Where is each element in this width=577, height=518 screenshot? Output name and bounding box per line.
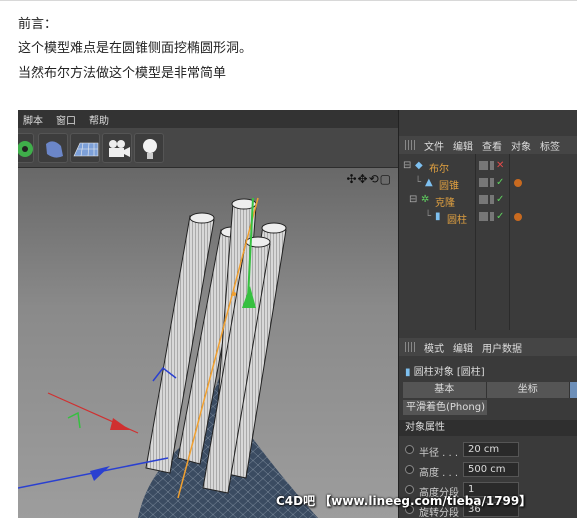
radius-input[interactable]: 20 cm — [463, 442, 519, 457]
material-tag-icon[interactable] — [513, 212, 523, 222]
height-input[interactable]: 500 cm — [463, 462, 519, 477]
watermark: C4D吧 【www.lineeg.com/tieba/1799】 — [276, 494, 532, 508]
menu-window[interactable]: 窗口 — [56, 112, 76, 127]
intro-title: 前言： — [18, 17, 58, 32]
tab-basic[interactable]: 基本 — [403, 382, 487, 398]
keyframe-radio[interactable] — [405, 465, 414, 474]
deformer-icon[interactable] — [38, 133, 68, 163]
cylinder-clones[interactable] — [145, 198, 287, 494]
am-menu-edit[interactable]: 编辑 — [453, 340, 473, 355]
field-height: 高度 . . . 500 cm — [405, 462, 577, 479]
menu-help[interactable]: 帮助 — [89, 112, 109, 127]
expand-icon[interactable]: ⊟ — [403, 160, 411, 171]
om-menu-object[interactable]: 对象 — [511, 138, 531, 153]
grip-icon[interactable] — [405, 140, 415, 150]
boolean-icon: ◆ — [415, 160, 423, 171]
tree-row-cloner[interactable]: ⊟ ✲ 克隆 ✓ — [399, 192, 577, 209]
grip-icon[interactable] — [405, 342, 415, 352]
viewport-nav-icons[interactable]: ✣✥⟲▢ — [346, 172, 392, 186]
top-divider — [0, 0, 577, 4]
expand-icon[interactable]: ⊟ — [409, 194, 417, 205]
object-manager-menubar: 文件 编辑 查看 对象 标签 — [399, 136, 577, 154]
tree-row-boolean[interactable]: ⊟ ◆ 布尔 ✕ — [399, 158, 577, 175]
c4d-toolbar — [18, 128, 398, 168]
cloner-icon[interactable] — [18, 133, 34, 163]
intro-line-1: 这个模型难点是在圆锥侧面挖椭圆形洞。 — [18, 41, 253, 56]
3d-viewport[interactable]: ✣✥⟲▢ — [18, 168, 398, 518]
tree-row-cylinder[interactable]: └ ▮ 圆柱 ✓ — [399, 209, 577, 226]
cloner-object-icon: ✲ — [421, 194, 430, 205]
camera-icon[interactable] — [102, 133, 132, 163]
tab-coord[interactable]: 坐标 — [486, 382, 570, 398]
attribute-object-title: ▮ 圆柱对象 [圆柱] — [405, 367, 485, 378]
field-radius: 半径 . . . 20 cm — [405, 442, 577, 459]
menu-script[interactable]: 脚本 — [23, 112, 43, 127]
cylinder-icon: ▮ — [435, 211, 441, 222]
boolean-model-render — [18, 197, 318, 518]
c4d-screenshot: 脚本 窗口 帮助 ✣✥⟲▢ 文件 编辑 查看 对象 标签 ⊟ ◆ 布尔 ✕ └ … — [18, 110, 577, 518]
light-icon[interactable] — [134, 133, 164, 163]
am-menu-userdata[interactable]: 用户数据 — [482, 340, 522, 355]
section-object-properties: 对象属性 — [399, 420, 577, 436]
tab-phong[interactable]: 平滑着色(Phong) — [403, 400, 487, 415]
cone-icon: ▲ — [425, 177, 433, 188]
attribute-manager-menubar: 模式 编辑 用户数据 — [399, 338, 577, 356]
om-menu-tags[interactable]: 标签 — [540, 138, 560, 153]
keyframe-radio[interactable] — [405, 445, 414, 454]
am-menu-mode[interactable]: 模式 — [424, 340, 444, 355]
object-manager-tree: ⊟ ◆ 布尔 ✕ └ ▲ 圆锥 ✓ ⊟ ✲ 克隆 ✓ └ ▮ 圆柱 ✓ — [399, 154, 577, 330]
intro-line-2: 当然布尔方法做这个模型是非常简单 — [18, 66, 227, 81]
tree-row-cone[interactable]: └ ▲ 圆锥 ✓ — [399, 175, 577, 192]
cylinder-icon: ▮ — [405, 367, 411, 378]
om-menu-file[interactable]: 文件 — [424, 138, 444, 153]
material-tag-icon[interactable] — [513, 178, 523, 188]
right-panels: 文件 编辑 查看 对象 标签 ⊟ ◆ 布尔 ✕ └ ▲ 圆锥 ✓ ⊟ ✲ 克隆 … — [398, 110, 577, 518]
om-menu-view[interactable]: 查看 — [482, 138, 502, 153]
om-menu-edit[interactable]: 编辑 — [453, 138, 473, 153]
attribute-tabs: 基本 坐标 — [403, 382, 577, 398]
c4d-menubar: 脚本 窗口 帮助 — [18, 110, 398, 128]
tab-object[interactable] — [570, 382, 577, 398]
floor-icon[interactable] — [70, 133, 100, 163]
